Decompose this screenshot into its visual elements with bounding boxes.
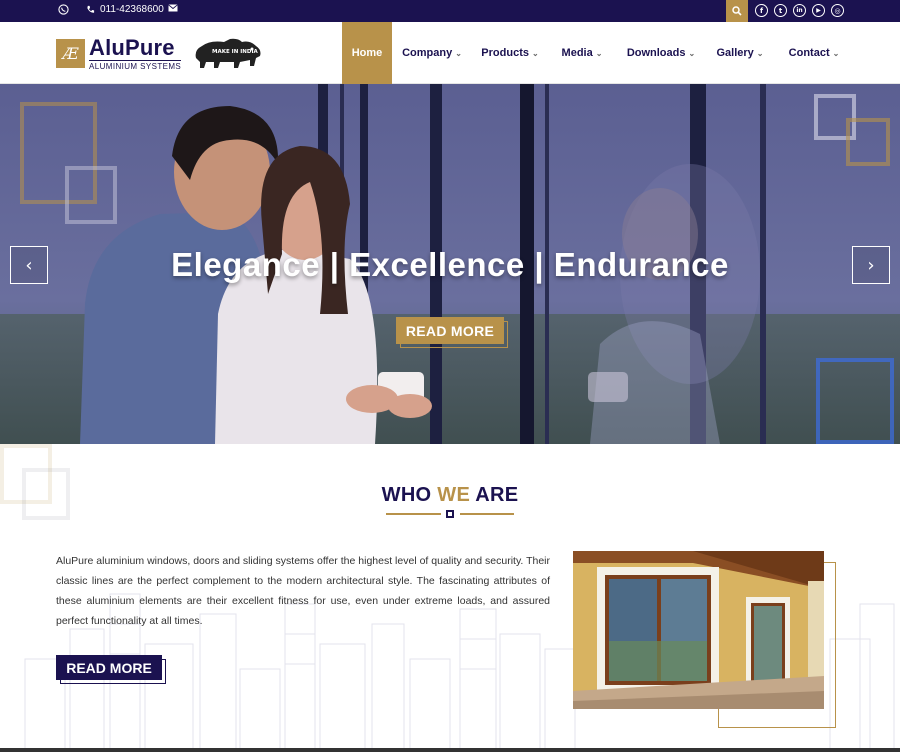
decor-square xyxy=(846,118,890,166)
nav-contact[interactable]: Contact ⌄ xyxy=(774,22,854,84)
nav-company-label: Company xyxy=(402,47,453,59)
make-in-india-logo: MAKE IN INDIA xyxy=(190,36,265,72)
logo-name: AluPure xyxy=(89,35,175,60)
phone-contact[interactable]: 011-42368600 xyxy=(86,4,164,15)
nav-gallery[interactable]: Gallery ⌄ xyxy=(706,22,774,84)
decor-square xyxy=(816,358,894,444)
nav-home[interactable]: Home xyxy=(342,22,392,84)
phone-number: 011-42368600 xyxy=(100,4,164,15)
chevron-down-icon: ⌄ xyxy=(832,48,840,58)
nav-downloads[interactable]: Downloads ⌄ xyxy=(616,22,706,84)
nav-contact-label: Contact xyxy=(788,47,830,59)
nav-home-label: Home xyxy=(351,47,383,59)
about-read-more-button[interactable]: READ MORE xyxy=(56,655,162,680)
nav-downloads-label: Downloads xyxy=(626,47,686,59)
chevron-down-icon: ⌄ xyxy=(688,48,696,58)
main-nav: Home Company ⌄ Products ⌄ Media ⌄ Downloads… xyxy=(342,22,854,84)
hero-read-more-button[interactable]: READ MORE xyxy=(396,317,504,344)
hero-title: Elegance | Excellence | Endurance xyxy=(171,246,729,283)
nav-company[interactable]: Company ⌄ xyxy=(392,22,472,84)
section-title-part: WHO xyxy=(381,484,438,506)
section-title-highlight: WE xyxy=(437,484,471,506)
facebook-icon[interactable]: f xyxy=(755,4,768,17)
chevron-down-icon: ⌄ xyxy=(595,48,603,58)
title-divider xyxy=(386,513,441,515)
nav-products-label: Products xyxy=(481,47,529,59)
logo-subtitle: ALUMINIUM SYSTEMS xyxy=(89,60,182,71)
search-button[interactable] xyxy=(726,0,748,22)
phone-icon xyxy=(87,5,95,13)
about-paragraph: AluPure aluminium windows, doors and sli… xyxy=(56,555,550,627)
linkedin-icon[interactable]: in xyxy=(793,4,806,17)
title-divider xyxy=(460,513,514,515)
make-in-india-text: MAKE IN INDIA xyxy=(212,49,258,55)
logo-mark: Æ xyxy=(56,39,85,68)
chevron-down-icon: ⌄ xyxy=(455,48,462,58)
whatsapp-icon[interactable] xyxy=(58,4,69,15)
envelope-icon[interactable] xyxy=(168,4,178,12)
search-icon xyxy=(732,6,742,16)
nav-gallery-label: Gallery xyxy=(716,47,754,59)
decor-square xyxy=(65,166,117,224)
twitter-icon[interactable]: t xyxy=(774,4,787,17)
house-window-photo xyxy=(573,551,824,709)
site-header: Æ AluPure ALUMINIUM SYSTEMS MAKE IN INDI… xyxy=(0,22,900,84)
instagram-icon[interactable]: ◎ xyxy=(831,4,844,17)
who-we-are-section: WHO WE ARE AluPure aluminium windows, do… xyxy=(0,444,900,752)
chevron-down-icon: ⌄ xyxy=(531,48,539,58)
chevron-down-icon: ⌄ xyxy=(756,48,764,58)
nav-products[interactable]: Products ⌄ xyxy=(472,22,548,84)
page-bottom-border xyxy=(0,748,900,752)
section-title-part: ARE xyxy=(470,484,519,506)
hero-slider: ‹ › Elegance | Excellence | Endurance RE… xyxy=(0,84,900,444)
alupure-logo[interactable]: Æ AluPure ALUMINIUM SYSTEMS xyxy=(56,35,182,71)
top-bar: 011-42368600 f t in ▶ ◎ xyxy=(0,0,900,22)
section-title: WHO WE ARE xyxy=(0,484,900,507)
youtube-icon[interactable]: ▶ xyxy=(812,4,825,17)
nav-media-label: Media xyxy=(561,47,593,59)
nav-media[interactable]: Media ⌄ xyxy=(548,22,616,84)
title-divider-square xyxy=(446,510,454,518)
